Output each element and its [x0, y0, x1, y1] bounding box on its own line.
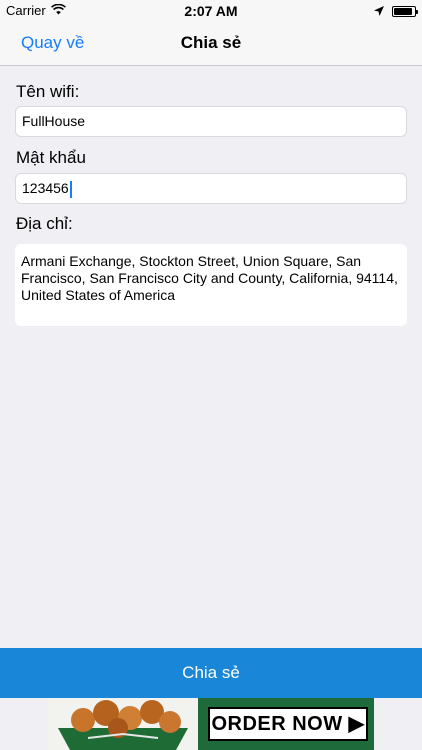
- page-title: Chia sẻ: [180, 33, 242, 52]
- battery-level: [394, 8, 412, 15]
- play-triangle-icon: ▶: [348, 713, 365, 735]
- status-time: 2:07 AM: [184, 3, 238, 19]
- order-now-button[interactable]: ORDER NOW ▶: [208, 707, 368, 741]
- text-cursor: [69, 180, 72, 198]
- wifi-name-label: Tên wifi:: [16, 82, 80, 101]
- location-arrow-icon: [374, 4, 384, 19]
- order-now-label: ORDER NOW: [211, 713, 343, 735]
- password-value: 123456: [22, 180, 69, 196]
- food-bucket-image: [48, 698, 198, 750]
- status-bar: Carrier 2:07 AM: [0, 0, 422, 22]
- status-right: [374, 4, 418, 19]
- share-button[interactable]: Chia sẻ: [0, 648, 422, 698]
- address-label: Địa chỉ:: [16, 214, 73, 233]
- navigation-bar: Quay về Chia sẻ: [0, 22, 422, 66]
- password-field[interactable]: 123456: [15, 173, 407, 204]
- address-field[interactable]: Armani Exchange, Stockton Street, Union …: [15, 244, 407, 326]
- wifi-name-value: FullHouse: [22, 113, 86, 129]
- wifi-name-field[interactable]: FullHouse: [15, 106, 407, 137]
- ad-banner[interactable]: ORDER NOW ▶: [48, 698, 374, 750]
- battery-icon: [392, 6, 418, 17]
- password-label: Mật khẩu: [16, 148, 86, 167]
- address-value: Armani Exchange, Stockton Street, Union …: [21, 253, 398, 303]
